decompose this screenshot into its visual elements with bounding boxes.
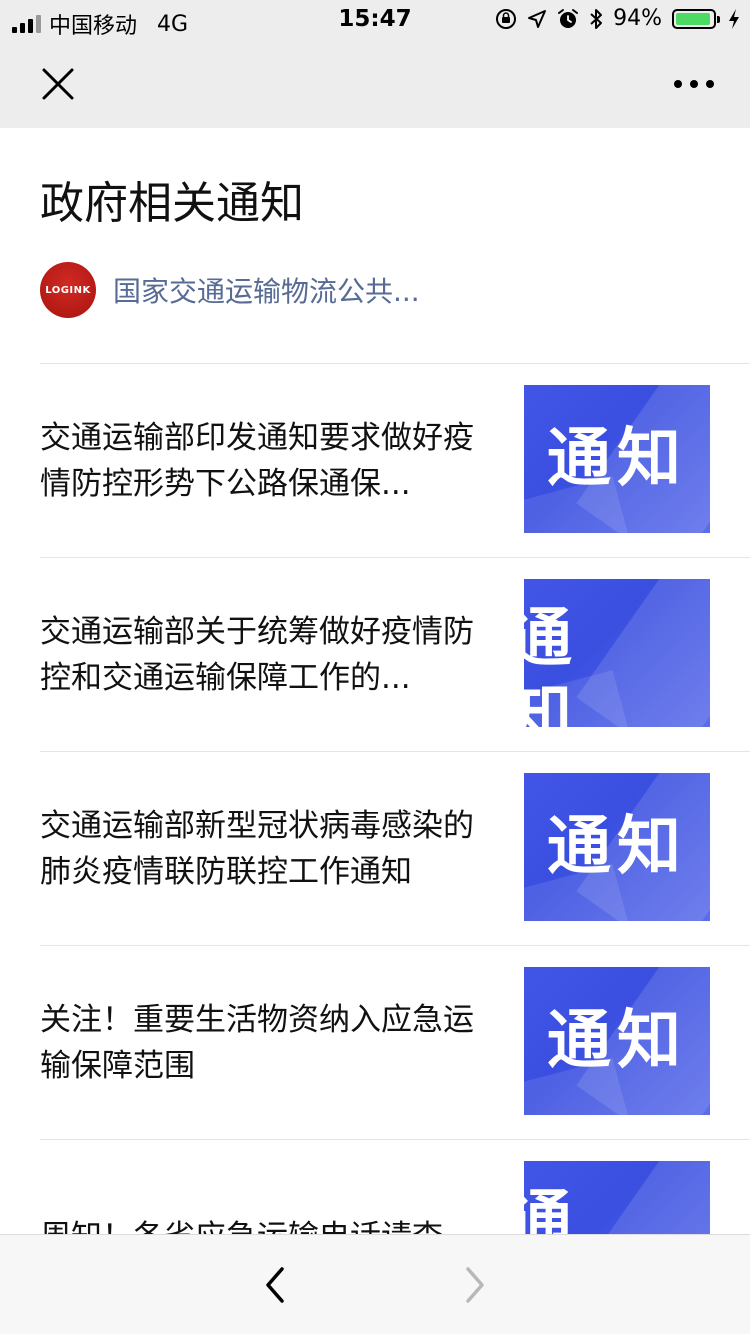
alarm-icon [558, 8, 579, 28]
bluetooth-icon [590, 8, 603, 29]
chevron-right-icon [466, 1267, 484, 1303]
location-icon [528, 9, 547, 28]
thumbnail-text: 通知 [524, 601, 652, 727]
battery-level-fill [676, 12, 710, 25]
close-button[interactable] [36, 62, 80, 106]
article-title: 交通运输部新型冠状病毒感染的肺炎疫情联防联控工作通知 [40, 807, 474, 890]
page-title: 政府相关通知 [40, 178, 304, 229]
orientation-lock-icon [496, 8, 517, 29]
article-thumbnail: 通知 [524, 579, 710, 727]
battery-percent: 94% [613, 6, 662, 31]
article-page[interactable]: 政府相关通知 LOGINK 国家交通运输物流公共... 交通运输部印发通知要求做… [0, 128, 750, 1234]
chevron-left-icon [266, 1267, 284, 1303]
article-item[interactable]: 交通运输部印发通知要求做好疫情防控形势下公路保通保... 通知 [40, 363, 750, 557]
status-bar: 中国移动 4G 15:47 94% [0, 0, 750, 40]
battery-icon [672, 8, 720, 29]
article-list: 交通运输部印发通知要求做好疫情防控形势下公路保通保... 通知 交通运输部关于统… [40, 363, 750, 1234]
nav-bar [0, 40, 750, 128]
back-button[interactable] [258, 1265, 294, 1305]
thumbnail-text: 通知 [547, 809, 687, 884]
status-right: 94% [495, 6, 740, 31]
article-item[interactable]: 周知！各省应急运输电话请查 通知 [40, 1139, 750, 1234]
article-title: 周知！各省应急运输电话请查 [40, 1140, 492, 1235]
article-item[interactable]: 交通运输部关于统筹做好疫情防控和交通运输保障工作的... 通知 [40, 557, 750, 751]
article-title: 交通运输部关于统筹做好疫情防控和交通运输保障工作的... [40, 613, 474, 696]
more-icon [674, 80, 714, 88]
thumbnail-text: 通知 [547, 1003, 687, 1078]
forward-button[interactable] [456, 1265, 492, 1305]
article-thumbnail: 通知 [524, 773, 710, 921]
article-title: 交通运输部印发通知要求做好疫情防控形势下公路保通保... [40, 419, 474, 502]
charging-icon [729, 8, 739, 29]
more-button[interactable] [670, 62, 718, 106]
account-avatar[interactable]: LOGINK [40, 262, 96, 318]
article-item[interactable]: 交通运输部新型冠状病毒感染的肺炎疫情联防联控工作通知 通知 [40, 751, 750, 945]
avatar-logo-text: LOGINK [45, 284, 91, 296]
article-thumbnail: 通知 [524, 1161, 710, 1234]
article-thumbnail: 通知 [524, 967, 710, 1115]
article-thumbnail: 通知 [524, 385, 710, 533]
close-icon [42, 68, 74, 100]
bottom-toolbar [0, 1234, 750, 1334]
article-title: 关注！重要生活物资纳入应急运输保障范围 [40, 1001, 474, 1084]
thumbnail-text: 通知 [524, 1183, 652, 1234]
account-name[interactable]: 国家交通运输物流公共... [113, 270, 420, 310]
account-link[interactable]: LOGINK 国家交通运输物流公共... [40, 262, 420, 318]
thumbnail-text: 通知 [547, 421, 687, 496]
article-item[interactable]: 关注！重要生活物资纳入应急运输保障范围 通知 [40, 945, 750, 1139]
